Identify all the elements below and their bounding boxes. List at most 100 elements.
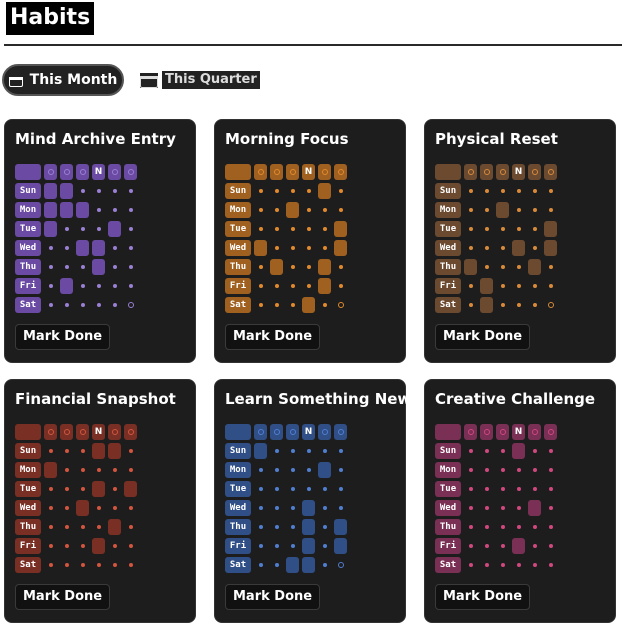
day-cell[interactable] xyxy=(270,538,283,554)
day-cell[interactable] xyxy=(480,240,493,256)
day-cell[interactable] xyxy=(44,183,57,199)
day-cell[interactable] xyxy=(464,500,477,516)
day-cell[interactable] xyxy=(286,278,299,294)
day-cell[interactable] xyxy=(76,278,89,294)
day-cell[interactable] xyxy=(464,462,477,478)
day-cell[interactable] xyxy=(124,500,137,516)
day-cell[interactable] xyxy=(108,519,121,535)
day-cell[interactable] xyxy=(270,259,283,275)
day-cell[interactable] xyxy=(286,462,299,478)
day-cell[interactable] xyxy=(512,519,525,535)
day-cell[interactable] xyxy=(512,500,525,516)
day-cell[interactable] xyxy=(44,259,57,275)
mark-done-button[interactable]: Mark Done xyxy=(225,584,321,610)
day-cell[interactable] xyxy=(60,259,73,275)
day-cell[interactable] xyxy=(60,297,73,313)
day-cell[interactable] xyxy=(60,481,73,497)
day-cell[interactable] xyxy=(270,202,283,218)
day-cell[interactable] xyxy=(254,519,267,535)
day-cell[interactable] xyxy=(44,519,57,535)
day-cell[interactable] xyxy=(76,259,89,275)
day-cell[interactable] xyxy=(318,443,331,459)
day-cell[interactable] xyxy=(334,259,347,275)
day-cell[interactable] xyxy=(254,278,267,294)
mark-done-button[interactable]: Mark Done xyxy=(15,324,111,350)
day-cell[interactable] xyxy=(254,462,267,478)
day-cell[interactable] xyxy=(496,259,509,275)
day-cell[interactable] xyxy=(334,278,347,294)
day-cell[interactable] xyxy=(302,240,315,256)
day-cell[interactable] xyxy=(60,221,73,237)
day-cell[interactable] xyxy=(254,500,267,516)
day-cell[interactable] xyxy=(318,500,331,516)
day-cell[interactable] xyxy=(124,297,137,313)
day-cell[interactable] xyxy=(464,221,477,237)
day-cell[interactable] xyxy=(124,202,137,218)
day-cell[interactable] xyxy=(334,443,347,459)
day-cell[interactable] xyxy=(92,443,105,459)
day-cell[interactable] xyxy=(286,557,299,573)
day-cell[interactable] xyxy=(528,519,541,535)
day-cell[interactable] xyxy=(334,481,347,497)
day-cell[interactable] xyxy=(92,240,105,256)
day-cell[interactable] xyxy=(544,481,557,497)
day-cell[interactable] xyxy=(480,481,493,497)
day-cell[interactable] xyxy=(92,481,105,497)
day-cell[interactable] xyxy=(528,481,541,497)
day-cell[interactable] xyxy=(254,538,267,554)
day-cell[interactable] xyxy=(92,297,105,313)
day-cell[interactable] xyxy=(286,481,299,497)
day-cell[interactable] xyxy=(44,297,57,313)
day-cell[interactable] xyxy=(512,183,525,199)
day-cell[interactable] xyxy=(270,519,283,535)
day-cell[interactable] xyxy=(480,183,493,199)
day-cell[interactable] xyxy=(44,481,57,497)
day-cell[interactable] xyxy=(60,538,73,554)
day-cell[interactable] xyxy=(334,519,347,535)
day-cell[interactable] xyxy=(76,538,89,554)
day-cell[interactable] xyxy=(124,538,137,554)
day-cell[interactable] xyxy=(528,462,541,478)
day-cell[interactable] xyxy=(60,557,73,573)
day-cell[interactable] xyxy=(464,481,477,497)
tab-this-month[interactable]: This Month xyxy=(2,64,124,96)
day-cell[interactable] xyxy=(496,481,509,497)
mark-done-button[interactable]: Mark Done xyxy=(225,324,321,350)
day-cell[interactable] xyxy=(286,519,299,535)
day-cell[interactable] xyxy=(92,557,105,573)
day-cell[interactable] xyxy=(124,221,137,237)
day-cell[interactable] xyxy=(480,519,493,535)
day-cell[interactable] xyxy=(254,557,267,573)
day-cell[interactable] xyxy=(512,481,525,497)
day-cell[interactable] xyxy=(496,297,509,313)
day-cell[interactable] xyxy=(254,481,267,497)
day-cell[interactable] xyxy=(464,183,477,199)
day-cell[interactable] xyxy=(544,557,557,573)
day-cell[interactable] xyxy=(60,519,73,535)
day-cell[interactable] xyxy=(76,500,89,516)
day-cell[interactable] xyxy=(108,500,121,516)
day-cell[interactable] xyxy=(270,462,283,478)
day-cell[interactable] xyxy=(318,462,331,478)
day-cell[interactable] xyxy=(496,519,509,535)
day-cell[interactable] xyxy=(76,462,89,478)
mark-done-button[interactable]: Mark Done xyxy=(15,584,111,610)
day-cell[interactable] xyxy=(318,538,331,554)
day-cell[interactable] xyxy=(464,557,477,573)
day-cell[interactable] xyxy=(318,278,331,294)
mark-done-button[interactable]: Mark Done xyxy=(435,324,531,350)
day-cell[interactable] xyxy=(334,538,347,554)
day-cell[interactable] xyxy=(334,221,347,237)
day-cell[interactable] xyxy=(480,538,493,554)
day-cell[interactable] xyxy=(528,557,541,573)
day-cell[interactable] xyxy=(528,443,541,459)
day-cell[interactable] xyxy=(544,462,557,478)
day-cell[interactable] xyxy=(496,500,509,516)
day-cell[interactable] xyxy=(334,297,347,313)
day-cell[interactable] xyxy=(44,538,57,554)
day-cell[interactable] xyxy=(270,443,283,459)
day-cell[interactable] xyxy=(76,481,89,497)
day-cell[interactable] xyxy=(124,278,137,294)
day-cell[interactable] xyxy=(318,481,331,497)
day-cell[interactable] xyxy=(76,443,89,459)
